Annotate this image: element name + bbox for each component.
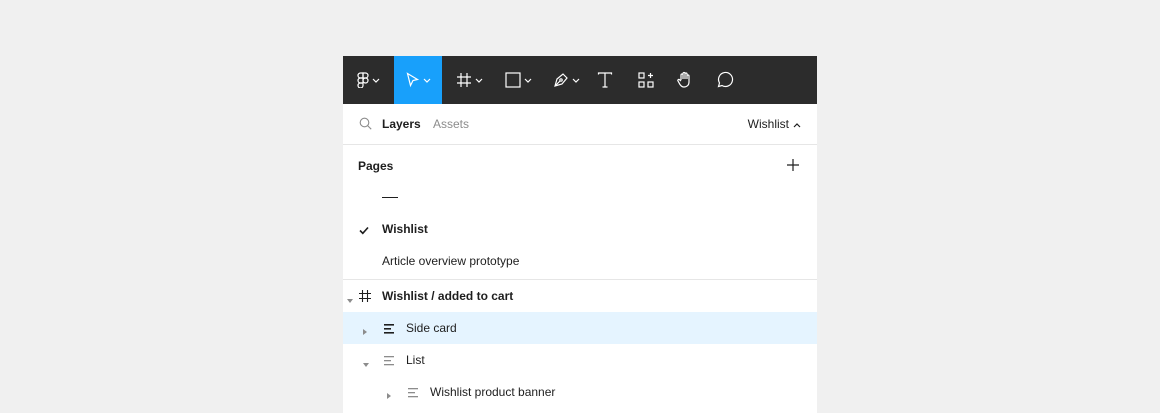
components-icon <box>638 72 654 88</box>
move-tool-button[interactable] <box>394 56 442 104</box>
hand-tool-button[interactable] <box>674 56 696 104</box>
caret-down-icon[interactable] <box>347 293 353 307</box>
cursor-arrow-icon <box>406 72 420 88</box>
current-page-label: Wishlist <box>747 117 789 131</box>
comment-tool-button[interactable] <box>714 56 736 104</box>
auto-layout-icon <box>384 355 395 369</box>
comment-icon <box>716 71 734 89</box>
auto-layout-icon <box>384 323 395 337</box>
chevron-down-icon <box>524 78 532 83</box>
frame-hash-icon <box>456 72 472 88</box>
layer-row[interactable]: Wishlist / added to cart <box>343 280 817 312</box>
hand-icon <box>676 71 694 89</box>
layer-row[interactable]: List <box>343 344 817 376</box>
add-page-button[interactable] <box>786 158 800 175</box>
text-tool-button[interactable] <box>594 56 616 104</box>
caret-down-icon[interactable] <box>363 357 369 371</box>
page-item-separator[interactable] <box>343 181 817 213</box>
caret-right-icon[interactable] <box>387 388 392 402</box>
page-item-label: Wishlist <box>382 222 428 236</box>
resources-tool-button[interactable] <box>635 56 657 104</box>
page-item-wishlist[interactable]: Wishlist <box>343 213 817 245</box>
page-selector[interactable]: Wishlist <box>748 117 801 131</box>
layer-name: Wishlist product banner <box>430 385 556 399</box>
page-item-article-overview[interactable]: Article overview prototype <box>343 245 817 277</box>
chevron-down-icon <box>475 78 483 83</box>
layer-row[interactable]: Wishlist product banner <box>343 376 817 408</box>
layer-row[interactable]: Side card <box>343 312 817 344</box>
chevron-down-icon <box>372 78 380 83</box>
chevron-up-icon <box>793 117 801 131</box>
shape-tool-button[interactable] <box>500 56 536 104</box>
pages-section: Pages Wishlist Article overview prototyp… <box>343 145 817 280</box>
panel-tabs-bar: Layers Assets Wishlist <box>343 104 817 145</box>
chevron-down-icon <box>423 78 431 83</box>
page-separator-line <box>382 197 398 198</box>
pen-tool-button[interactable] <box>548 56 584 104</box>
toolbar <box>343 56 817 104</box>
pen-icon <box>553 72 569 88</box>
caret-right-icon[interactable] <box>363 324 368 338</box>
layers-panel: Layers Assets Wishlist Pages Wishlist Ar <box>343 56 817 413</box>
plus-icon <box>786 159 800 175</box>
tab-layers[interactable]: Layers <box>382 117 421 131</box>
search-icon[interactable] <box>359 117 372 133</box>
layer-name: Side card <box>406 321 457 335</box>
figma-logo-icon <box>357 72 369 88</box>
text-icon <box>597 72 613 88</box>
pages-heading: Pages <box>358 159 394 173</box>
frame-tool-button[interactable] <box>451 56 487 104</box>
rectangle-icon <box>504 72 521 88</box>
auto-layout-icon <box>408 387 419 401</box>
checkmark-icon <box>359 224 369 238</box>
layer-name: List <box>406 353 425 367</box>
chevron-down-icon <box>572 78 580 83</box>
frame-hash-icon <box>359 290 371 305</box>
tab-assets[interactable]: Assets <box>433 117 469 131</box>
page-item-label: Article overview prototype <box>382 254 520 268</box>
layer-name: Wishlist / added to cart <box>382 289 514 303</box>
main-menu-button[interactable] <box>343 56 394 104</box>
